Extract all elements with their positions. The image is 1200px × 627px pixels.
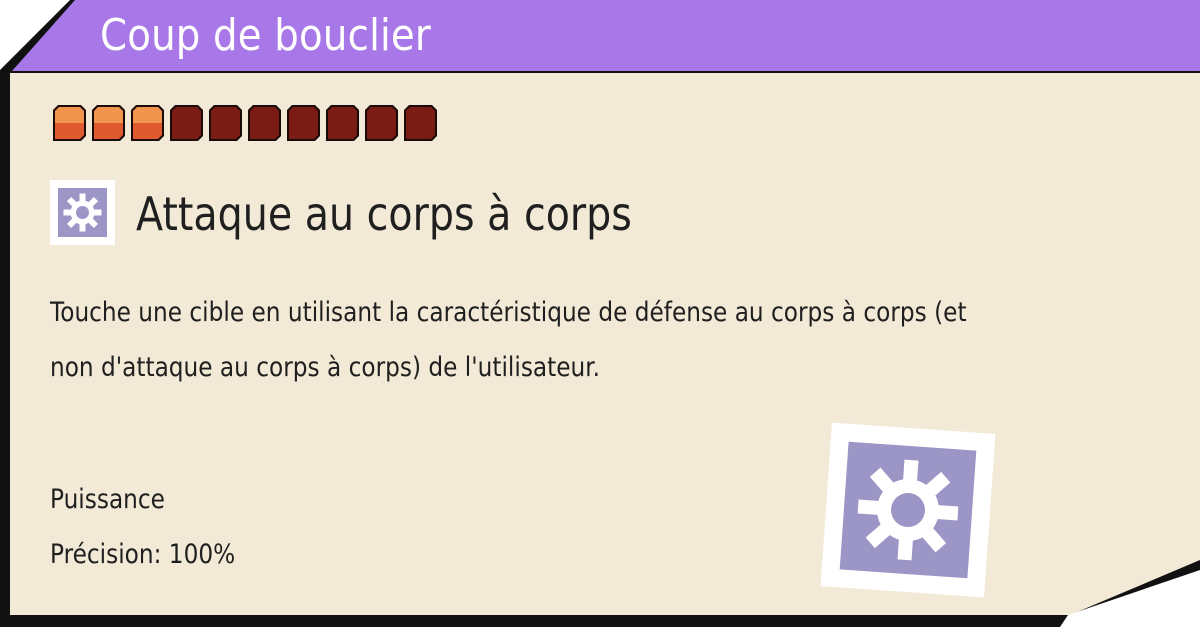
pip-filled (130, 104, 165, 142)
pip-filled (91, 104, 126, 142)
gear-icon (820, 422, 996, 598)
move-description: Touche une cible en utilisant la caracté… (50, 285, 1039, 395)
move-category: Attaque au corps à corps (136, 187, 632, 241)
accuracy-stat: Précision: 100% (50, 539, 236, 570)
power-stat: Puissance (50, 484, 165, 515)
pip-empty (403, 104, 438, 142)
pip-empty (286, 104, 321, 142)
pip-meter (52, 104, 438, 142)
description-line: Touche une cible en utilisant la caracté… (50, 297, 967, 328)
description-line: non d'attaque au corps à corps) de l'uti… (50, 352, 601, 383)
move-card: Coup de bouclier Attaque au corps à corp… (0, 0, 1200, 627)
pip-empty (208, 104, 243, 142)
move-stats: Puissance Précision: 100% (50, 472, 235, 582)
pip-filled (52, 104, 87, 142)
pip-empty (364, 104, 399, 142)
pip-empty (325, 104, 360, 142)
pip-empty (169, 104, 204, 142)
move-title: Coup de bouclier (100, 10, 432, 61)
pip-empty (247, 104, 282, 142)
gear-icon (50, 180, 115, 245)
